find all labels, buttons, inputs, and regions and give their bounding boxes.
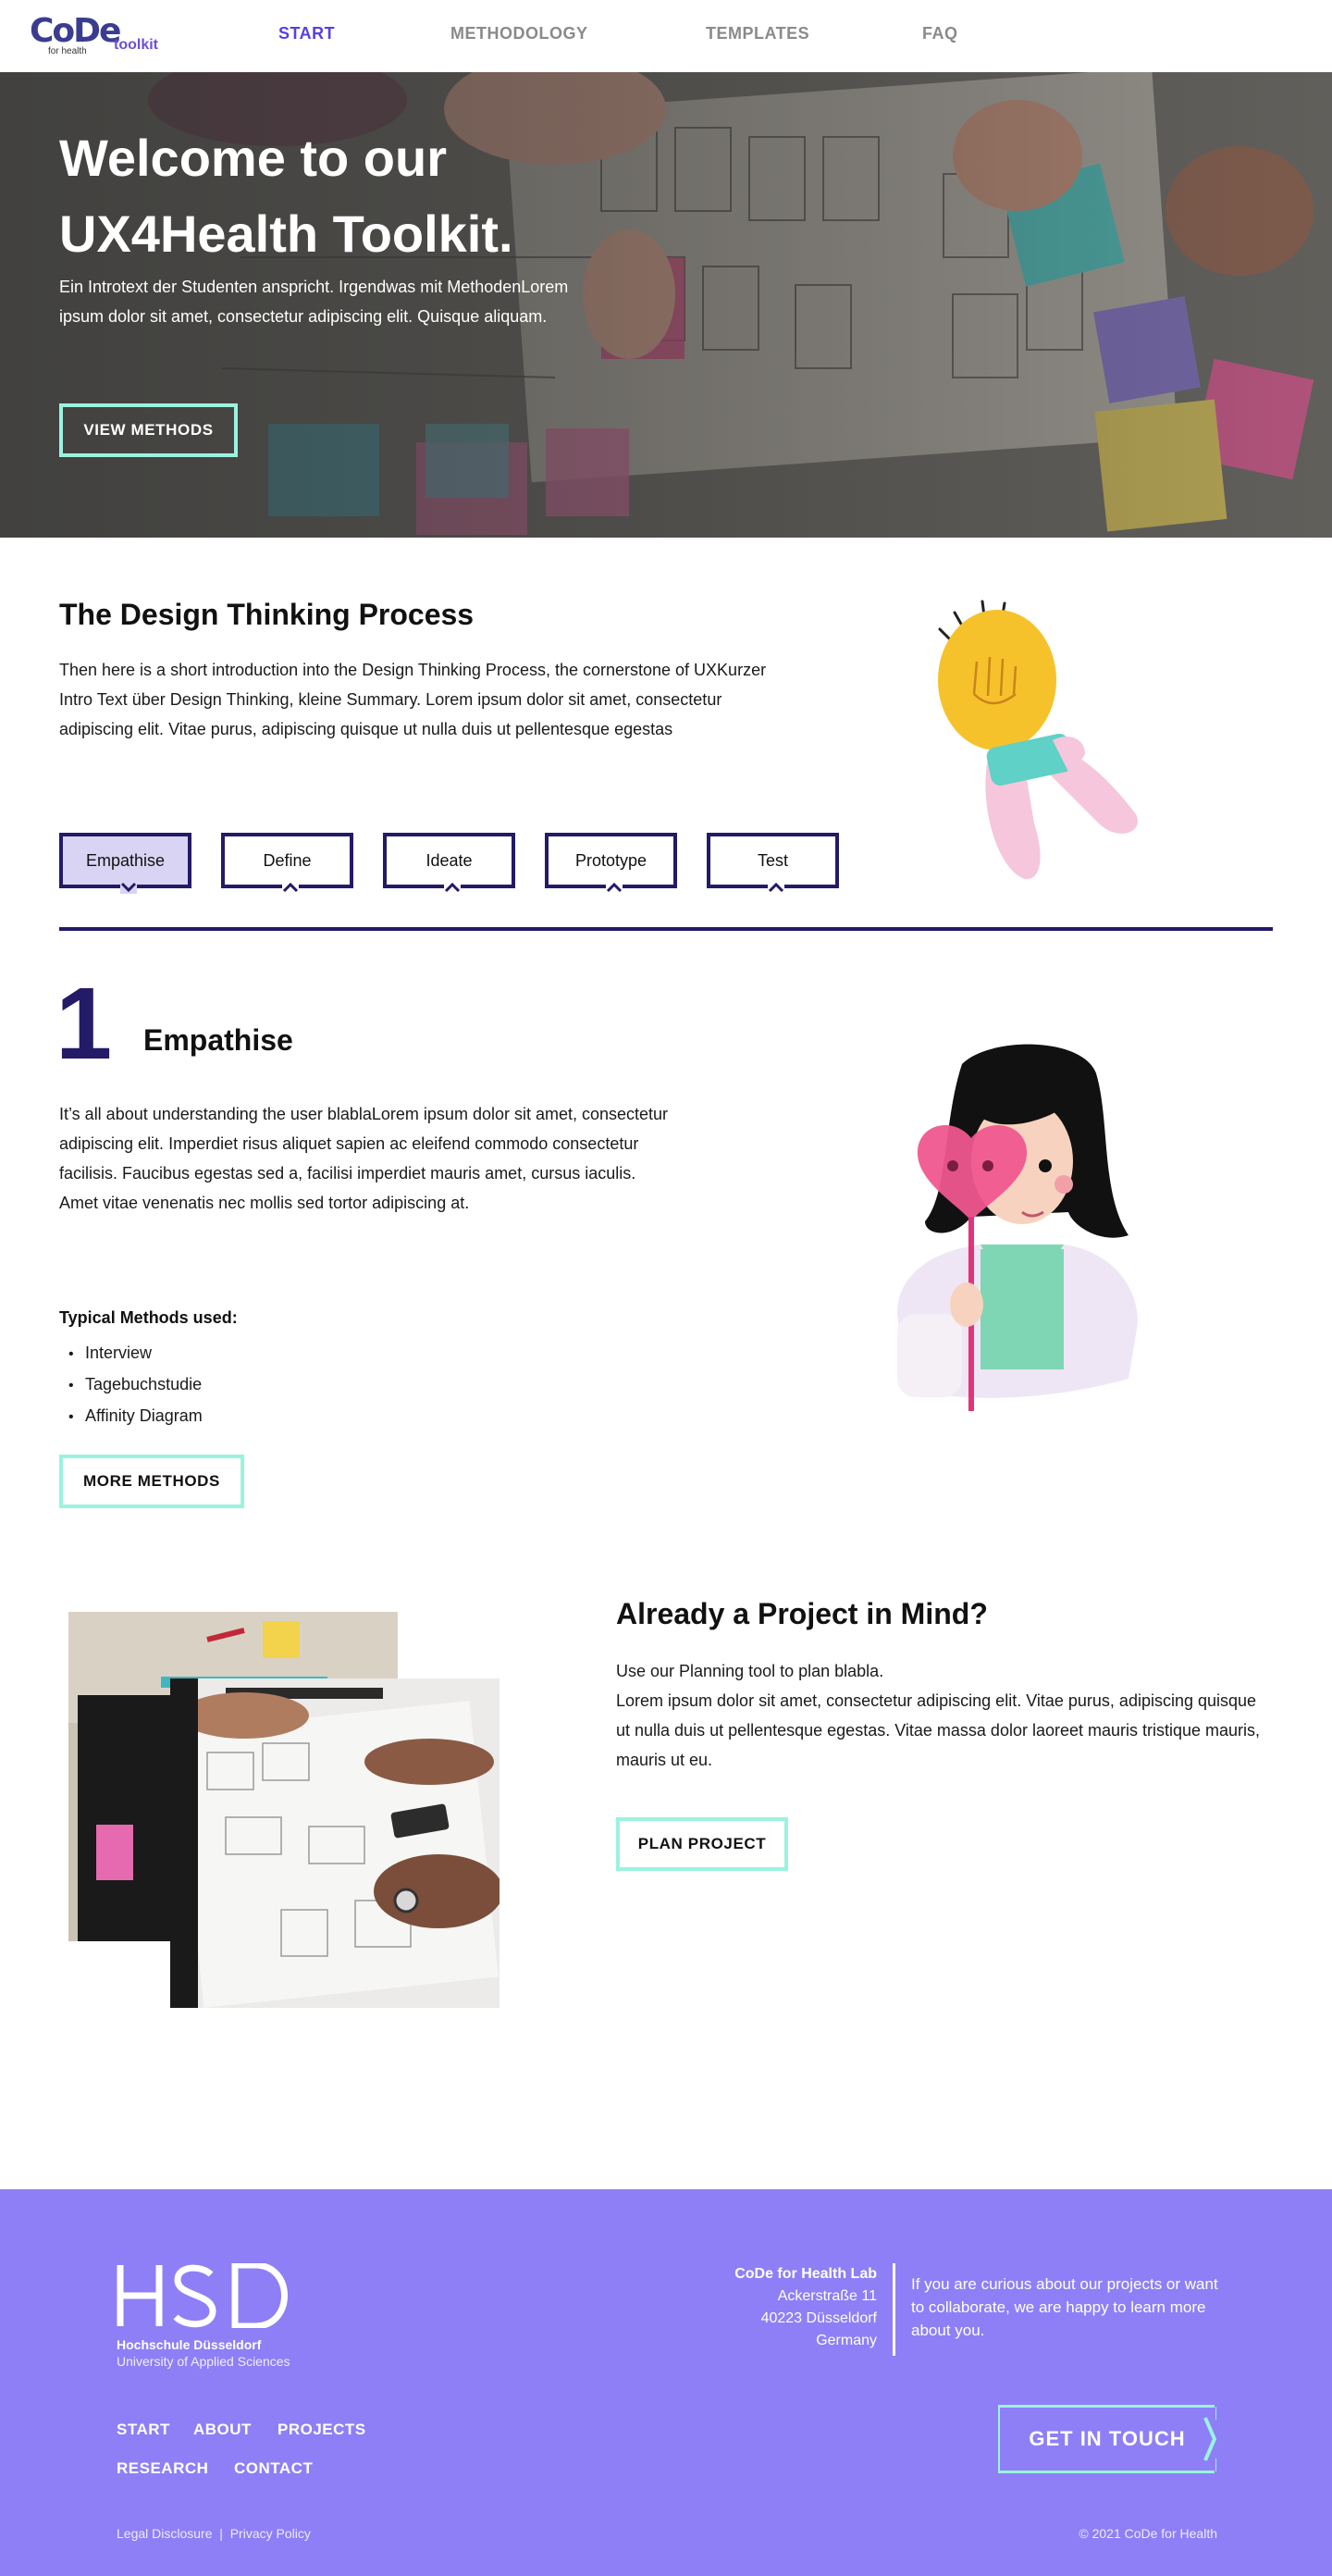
get-in-touch-button[interactable]: GET IN TOUCH — [998, 2405, 1216, 2473]
design-thinking-title: The Design Thinking Process — [59, 598, 475, 631]
bullet-icon: • — [68, 1409, 74, 1425]
process-tabs: Empathise Define Ideate Prototype Test — [59, 833, 1262, 894]
footer-link-about[interactable]: ABOUT — [193, 2421, 252, 2439]
bullet-icon: • — [68, 1346, 74, 1362]
method-label: Affinity Diagram — [85, 1406, 203, 1425]
chevron-up-icon — [282, 881, 299, 894]
hsd-logo[interactable] — [117, 2263, 302, 2328]
tab-define[interactable]: Define — [221, 833, 353, 894]
footer-link-projects[interactable]: PROJECTS — [278, 2421, 366, 2439]
top-navigation: CoDe for health toolkit START METHODOLOG… — [0, 0, 1332, 72]
tab-ideate[interactable]: Ideate — [383, 833, 515, 894]
logo-subtitle: for health — [48, 46, 87, 56]
chevron-up-icon — [768, 881, 784, 894]
tab-label: Empathise — [85, 850, 166, 870]
methods-list: • Interview • Tagebuchstudie • Affinity Dia… — [68, 1338, 203, 1432]
legal-separator: | — [219, 2526, 223, 2541]
nav-link-methodology[interactable]: METHODOLOGY — [450, 24, 588, 43]
codeforhealth-logo[interactable]: CoDe for health toolkit — [28, 13, 176, 59]
girl-with-heart-illustration — [897, 1044, 1138, 1411]
footer-link-research[interactable]: RESEARCH — [117, 2459, 208, 2478]
hero-section: Welcome to our UX4Health Toolkit. Ein In… — [0, 72, 1332, 538]
plan-project-button[interactable]: PLAN PROJECT — [616, 1817, 788, 1871]
tab-label: Ideate — [426, 850, 473, 870]
address-street: Ackerstraße 11 — [777, 2288, 877, 2304]
step-number: 1 — [56, 967, 113, 1081]
hero-title: Welcome to our UX4Health Toolkit. — [59, 120, 707, 272]
footer-link-contact[interactable]: CONTACT — [234, 2459, 313, 2478]
hsd-subtitle: University of Applied Sciences — [117, 2354, 290, 2369]
bullet-icon: • — [68, 1378, 74, 1393]
tab-prototype[interactable]: Prototype — [545, 833, 677, 894]
nav-link-faq[interactable]: FAQ — [922, 24, 958, 43]
contact-invitation-text: If you are curious about our projects or… — [911, 2275, 1218, 2339]
address-org: CoDe for Health Lab — [734, 2266, 877, 2282]
tab-empathise[interactable]: Empathise — [59, 833, 191, 894]
logo-toolkit-label: toolkit — [114, 37, 158, 53]
view-methods-button[interactable]: VIEW METHODS — [59, 403, 238, 457]
project-text-line2: Lorem ipsum dolor sit amet, consectetur … — [616, 1691, 1261, 1769]
methods-heading: Typical Methods used: — [59, 1308, 238, 1327]
nav-link-templates[interactable]: TEMPLATES — [706, 24, 809, 43]
method-label: Interview — [85, 1344, 153, 1362]
legal-disclosure-link[interactable]: Legal Disclosure — [117, 2526, 213, 2541]
footer-link-start[interactable]: START — [117, 2421, 170, 2439]
design-thinking-text: Then here is a short introduction into t… — [59, 661, 767, 738]
hero-intro-text: Ein Introtext der Studenten anspricht. I… — [59, 278, 569, 326]
more-methods-button[interactable]: MORE METHODS — [59, 1455, 244, 1508]
list-item: • Tagebuchstudie — [68, 1369, 203, 1401]
chevron-down-icon — [120, 881, 137, 894]
project-text: Use our Planning tool to plan blabla. Lo… — [616, 1656, 1264, 1775]
empathise-title: Empathise — [143, 1023, 293, 1057]
tab-label: Prototype — [574, 850, 648, 870]
legal-links: Legal Disclosure | Privacy Policy — [117, 2526, 311, 2541]
footer: Hochschule Düsseldorf University of Appl… — [0, 2189, 1332, 2576]
project-text-line1: Use our Planning tool to plan blabla. — [616, 1662, 884, 1680]
address-city: 40223 Düsseldorf — [760, 2310, 877, 2326]
address-block: CoDe for Health Lab Ackerstraße 11 40223… — [734, 2263, 877, 2352]
privacy-policy-link[interactable]: Privacy Policy — [230, 2526, 311, 2541]
list-item: • Interview — [68, 1338, 203, 1369]
project-title: Already a Project in Mind? — [616, 1597, 988, 1630]
empathise-text: It’s all about understanding the user bl… — [59, 1105, 669, 1212]
hero-title-line2: UX4Health Toolkit. — [59, 204, 513, 263]
logo-mark: CoDe — [30, 12, 121, 50]
workshop-photo-front — [170, 1678, 500, 2008]
hero-title-line1: Welcome to our — [59, 129, 448, 187]
list-item: • Affinity Diagram — [68, 1401, 203, 1432]
chevron-up-icon — [606, 881, 623, 894]
address-divider — [893, 2263, 895, 2356]
section-divider — [59, 927, 1273, 931]
tab-test[interactable]: Test — [707, 833, 839, 894]
method-label: Tagebuchstudie — [85, 1375, 203, 1393]
copyright: © 2021 CoDe for Health — [1079, 2526, 1217, 2541]
address-country: Germany — [816, 2333, 877, 2348]
tab-label: Test — [757, 850, 788, 870]
chevron-up-icon — [444, 881, 461, 894]
tab-label: Define — [263, 850, 312, 870]
hsd-name: Hochschule Düsseldorf — [117, 2337, 262, 2352]
nav-link-start[interactable]: START — [278, 24, 335, 43]
